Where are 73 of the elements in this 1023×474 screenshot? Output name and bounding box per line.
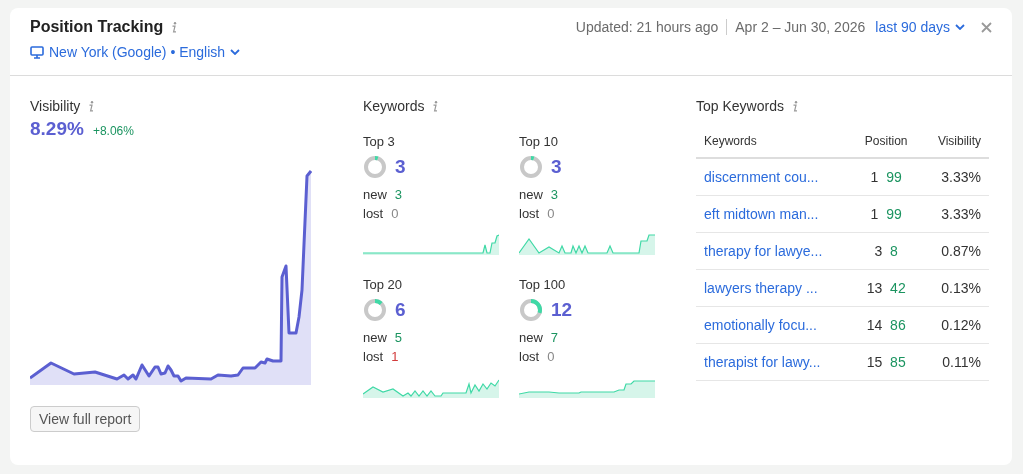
location-dropdown[interactable]: New York (Google) • English — [30, 44, 241, 60]
visibility-value: 3.33% — [941, 169, 981, 185]
position-change: 42 — [890, 280, 906, 296]
lost-count: 0 — [547, 349, 555, 364]
chevron-down-icon — [230, 49, 241, 55]
info-icon — [432, 100, 439, 112]
column-header: Position — [852, 126, 921, 158]
keyword-link[interactable]: lawyers therapy ... — [704, 280, 818, 296]
visibility-value: 0.11% — [942, 354, 981, 370]
position-value: 1 — [870, 206, 879, 222]
lost-label: lost — [363, 206, 384, 221]
position-change: 8 — [890, 243, 898, 259]
new-count: 5 — [394, 330, 403, 345]
lost-count: 0 — [547, 206, 555, 221]
position-value: 13 — [866, 280, 883, 296]
group-label: Top 100 — [519, 277, 567, 292]
column-header: Visibility — [920, 126, 989, 158]
date-range: Apr 2 – Jun 30, 2026 — [735, 19, 866, 35]
monitor-icon — [30, 45, 44, 59]
visibility-value: 0.13% — [941, 280, 981, 296]
info-icon — [171, 21, 178, 33]
keyword-count: 6 — [395, 299, 406, 321]
new-label: new — [519, 187, 543, 202]
position-change: 85 — [890, 354, 906, 370]
section-title: Keywords — [363, 98, 425, 114]
info-icon — [88, 100, 95, 112]
chevron-down-icon — [955, 24, 965, 30]
lost-label: lost — [519, 349, 540, 364]
visibility-value: 0.12% — [941, 317, 981, 333]
lost-label: lost — [519, 206, 540, 221]
lost-label: lost — [363, 349, 384, 364]
donut-chart — [363, 298, 387, 322]
keyword-link[interactable]: eft midtown man... — [704, 206, 819, 222]
visibility-value: 8.29% — [30, 118, 84, 140]
keyword-link[interactable]: therapy for lawye... — [704, 243, 823, 259]
period-dropdown[interactable]: last 90 days — [875, 19, 965, 35]
section-title: Top Keywords — [696, 98, 784, 114]
keyword-count: 3 — [551, 156, 562, 178]
keyword-link[interactable]: therapist for lawy... — [704, 354, 821, 370]
group-label: Top 20 — [363, 277, 404, 292]
lost-count: 1 — [391, 349, 399, 364]
keyword-link[interactable]: discernment cou... — [704, 169, 819, 185]
widget-title: Position Tracking — [30, 18, 164, 36]
new-count: 3 — [550, 187, 559, 202]
keyword-count: 3 — [395, 156, 406, 178]
position-value: 3 — [874, 243, 883, 259]
group-label: Top 10 — [519, 134, 560, 149]
column-header: Keywords — [696, 126, 853, 158]
keyword-count: 12 — [551, 299, 573, 321]
keyword-link[interactable]: emotionally focu... — [704, 317, 817, 333]
position-value: 14 — [866, 317, 883, 333]
lost-count: 0 — [391, 206, 399, 221]
position-change: 99 — [886, 206, 902, 222]
visibility-value: 0.87% — [941, 243, 981, 259]
position-change: 99 — [886, 169, 902, 185]
info-icon — [791, 100, 798, 112]
new-label: new — [519, 330, 543, 345]
visibility-change: +8.06% — [92, 124, 134, 138]
new-label: new — [363, 330, 387, 345]
new-count: 7 — [550, 330, 559, 345]
donut-chart — [363, 155, 387, 179]
group-label: Top 3 — [363, 134, 396, 149]
visibility-value: 3.33% — [941, 206, 981, 222]
donut-chart — [519, 155, 543, 179]
position-value: 1 — [870, 169, 879, 185]
new-label: new — [363, 187, 387, 202]
position-change: 86 — [890, 317, 906, 333]
new-count: 3 — [394, 187, 403, 202]
view-report-button[interactable]: View full report — [30, 406, 141, 432]
position-value: 15 — [866, 354, 883, 370]
section-title: Visibility — [30, 98, 81, 114]
donut-chart — [519, 298, 543, 322]
updated-text: Updated: 21 hours ago — [575, 19, 719, 35]
